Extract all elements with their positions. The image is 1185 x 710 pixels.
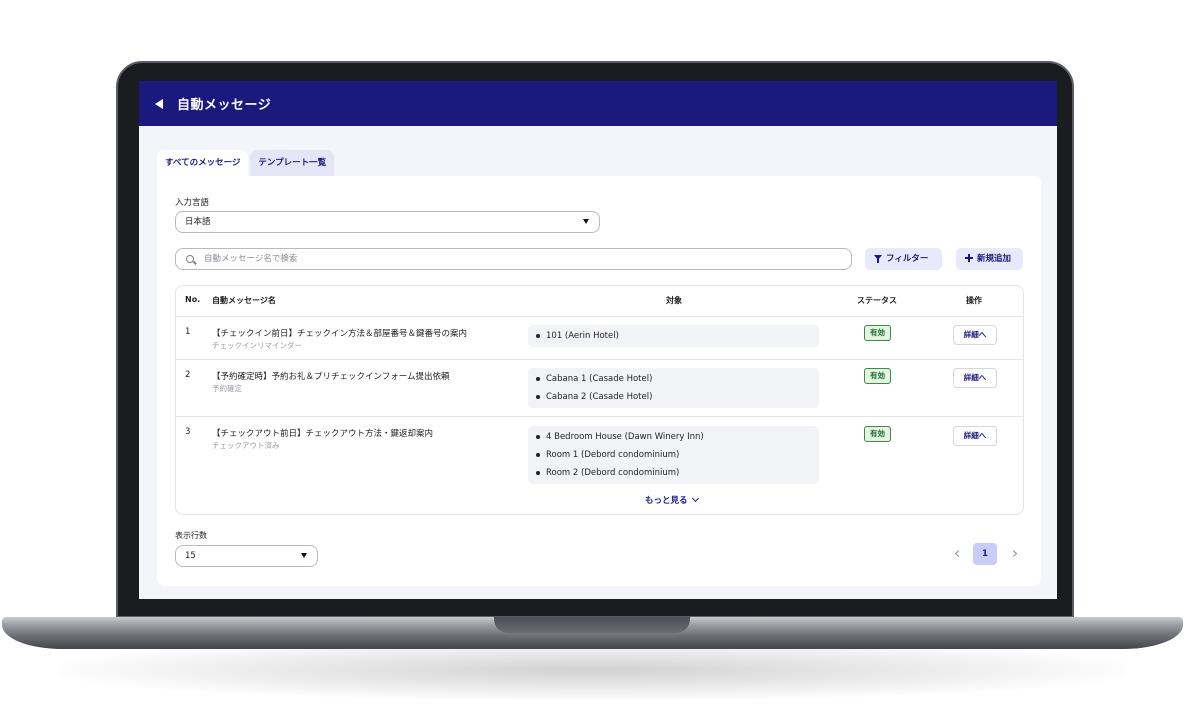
bullet-icon [536,453,540,457]
pagination-next-button[interactable] [1007,543,1019,565]
row-2-name: 【予約確定時】予約お礼＆プリチェックインフォーム提出依頼 [212,372,450,382]
row-1-name: 【チェックイン前日】チェックイン方法＆部屋番号＆鍵番号の案内 [212,329,468,339]
pagination-prev-button[interactable] [952,543,964,565]
tab-template-list[interactable]: テンプレート一覧 [250,150,335,176]
pagination-current-page[interactable]: 1 [973,543,997,565]
laptop-shadow [60,640,1125,700]
row-divider [176,316,1023,317]
target-text: 101 (Aerin Hotel) [546,331,619,341]
add-new-button[interactable]: 新規追加 [956,248,1023,270]
target-text: Cabana 1 (Casade Hotel) [546,374,653,384]
row-2-sub: 予約確定 [212,384,242,393]
status-badge: 有効 [864,325,891,341]
status-badge: 有効 [864,368,891,384]
rows-per-page-value: 15 [185,551,196,561]
language-select[interactable]: 日本語 [175,211,600,233]
filter-button[interactable]: フィルター [865,248,942,270]
caret-down-icon [583,219,589,224]
tab-all-messages[interactable]: すべてのメッセージ [157,150,249,176]
header-action: 操作 [966,296,982,305]
language-label: 入力言語 [175,198,210,208]
target-text: Room 2 (Debord condominium) [546,468,680,478]
page-title: 自動メッセージ [177,98,272,113]
chevron-left-icon [954,549,962,558]
row-divider [176,416,1023,417]
row-1-no: 1 [185,327,191,337]
row-3-detail-button[interactable]: 詳細へ [953,426,997,446]
bullet-icon [536,471,540,475]
search-icon [186,255,194,263]
target-item: 101 (Aerin Hotel) [528,327,819,345]
laptop-notch [494,617,690,633]
target-text: 4 Bedroom House (Dawn Winery Inn) [546,432,704,442]
message-table: No. 自動メッセージ名 対象 ステータス 操作 1 【チェックイン前日】チェッ… [175,285,1024,515]
rows-per-page-label: 表示行数 [175,531,207,540]
row-1-detail-button[interactable]: 詳細へ [953,325,997,345]
add-new-button-label: 新規追加 [977,254,1012,264]
show-more-label: もっと見る [645,496,688,506]
target-item: Cabana 1 (Casade Hotel) [528,370,819,388]
header-target: 対象 [666,296,682,305]
back-arrow-icon[interactable] [155,98,163,109]
header-name: 自動メッセージ名 [212,296,276,305]
rows-per-page-select[interactable]: 15 [175,545,318,567]
row-2-targets: Cabana 1 (Casade Hotel) Cabana 2 (Casade… [528,368,819,408]
main-card: 入力言語 日本語 自動メッセージ名で検索 フィルター 新規追加 No. 自動メッ… [157,176,1041,586]
chevron-right-icon [1009,549,1017,558]
search-input[interactable]: 自動メッセージ名で検索 [175,248,852,270]
target-item: 4 Bedroom House (Dawn Winery Inn) [528,428,819,446]
row-2-detail-button[interactable]: 詳細へ [953,368,997,388]
bullet-icon [536,395,540,399]
chevron-down-icon [691,494,699,503]
bullet-icon [536,435,540,439]
filter-button-label: フィルター [886,254,929,264]
row-3-targets: 4 Bedroom House (Dawn Winery Inn) Room 1… [528,426,819,484]
header-no: No. [185,295,201,304]
show-more-link[interactable]: もっと見る [645,494,699,506]
row-1-sub: チェックインリマインダー [212,341,302,350]
row-3-name: 【チェックアウト前日】チェックアウト方法・鍵返却案内 [212,429,434,439]
bullet-icon [536,334,540,338]
target-text: Room 1 (Debord condominium) [546,450,680,460]
row-1-targets: 101 (Aerin Hotel) [528,325,819,347]
app-screen: 自動メッセージ すべてのメッセージ テンプレート一覧 入力言語 日本語 自動メッ… [139,81,1057,599]
search-placeholder: 自動メッセージ名で検索 [204,254,298,264]
language-value: 日本語 [185,217,211,227]
target-text: Cabana 2 (Casade Hotel) [546,392,653,402]
filter-icon [874,255,882,263]
app-header: 自動メッセージ [139,81,1057,126]
row-2-no: 2 [185,370,191,380]
bullet-icon [536,377,540,381]
header-status: ステータス [857,296,897,305]
row-divider [176,359,1023,360]
target-item: Cabana 2 (Casade Hotel) [528,388,819,406]
row-3-sub: チェックアウト済み [212,441,280,450]
row-3-no: 3 [185,427,191,437]
status-badge: 有効 [864,426,891,442]
caret-down-icon [301,553,307,558]
plus-icon [965,254,973,262]
target-item: Room 1 (Debord condominium) [528,446,819,464]
target-item: Room 2 (Debord condominium) [528,464,819,482]
tab-bar: すべてのメッセージ テンプレート一覧 [157,150,335,176]
